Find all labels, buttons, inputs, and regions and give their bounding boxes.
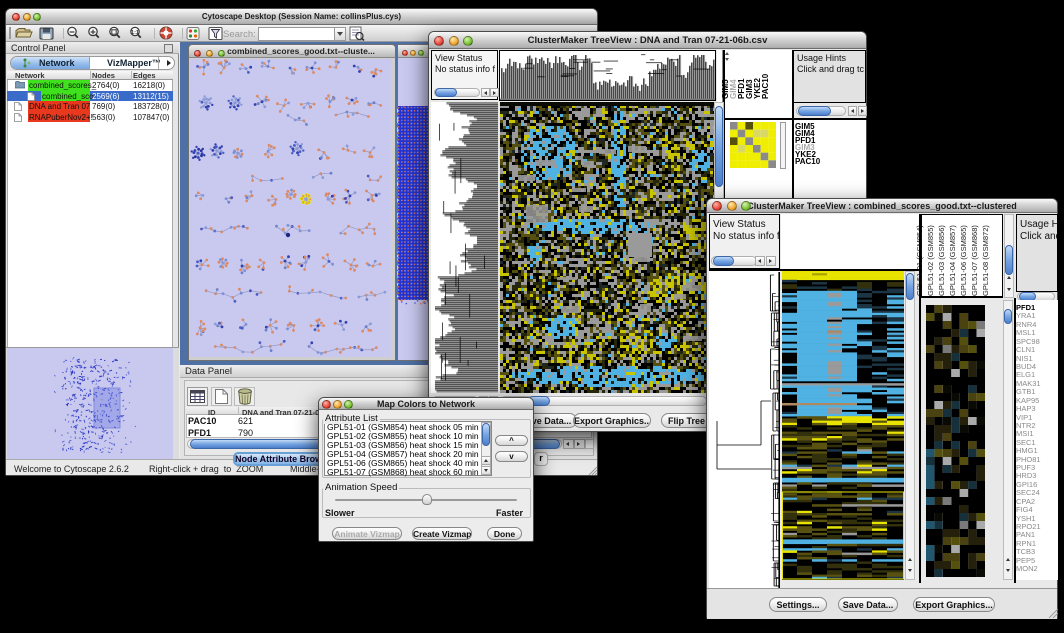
svg-text:1:1: 1:1 bbox=[131, 30, 139, 36]
